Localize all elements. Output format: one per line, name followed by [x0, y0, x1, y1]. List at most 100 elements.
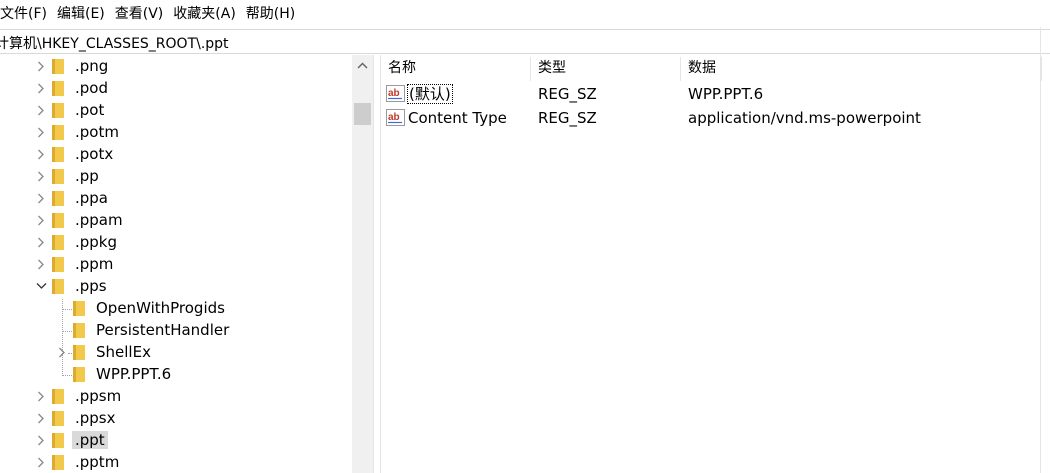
- tree-node-label: ShellEx: [96, 343, 151, 361]
- chevron-right-icon[interactable]: [35, 147, 47, 161]
- value-row[interactable]: ab (默认) REG_SZ WPP.PPT.6: [381, 82, 1041, 106]
- tree-node[interactable]: .png: [0, 55, 352, 77]
- chevron-right-icon[interactable]: [35, 59, 47, 73]
- tree-node-label: .potm: [75, 123, 119, 141]
- svg-text:ab: ab: [388, 88, 400, 99]
- window-edge: [1040, 27, 1050, 473]
- scroll-up-arrow-icon[interactable]: [352, 55, 373, 76]
- folder-icon: [52, 191, 64, 206]
- tree-node-label: .potx: [75, 145, 114, 163]
- chevron-right-icon[interactable]: [35, 213, 47, 227]
- folder-icon: [73, 323, 85, 338]
- folder-icon: [73, 345, 85, 360]
- tree-node-label: .pptm: [75, 453, 120, 471]
- column-header-name[interactable]: 名称: [381, 55, 529, 82]
- menu-favorites[interactable]: 收藏夹(A): [168, 0, 241, 29]
- tree-node[interactable]: .ppa: [0, 187, 352, 209]
- scroll-thumb[interactable]: [354, 103, 371, 125]
- tree-node[interactable]: .pps: [0, 275, 352, 297]
- menu-edit[interactable]: 编辑(E): [52, 0, 110, 29]
- column-header-data[interactable]: 数据: [681, 55, 1041, 82]
- tree-node[interactable]: .ppam: [0, 209, 352, 231]
- default-value-name: (默认): [407, 84, 453, 104]
- folder-icon: [52, 257, 64, 272]
- folder-icon: [52, 411, 64, 426]
- folder-icon: [52, 59, 64, 74]
- chevron-right-icon[interactable]: [35, 235, 47, 249]
- column-header-type[interactable]: 类型: [531, 55, 679, 82]
- menu-view[interactable]: 查看(V): [110, 0, 169, 29]
- tree-vertical-scrollbar[interactable]: [352, 55, 373, 473]
- folder-icon: [52, 169, 64, 184]
- value-data: WPP.PPT.6: [688, 85, 764, 103]
- folder-icon: [52, 235, 64, 250]
- tree-node-label: .ppa: [75, 189, 109, 207]
- tree-node-label: .ppam: [75, 211, 123, 229]
- svg-text:ab: ab: [388, 112, 400, 123]
- chevron-right-icon[interactable]: [35, 125, 47, 139]
- folder-icon: [73, 367, 85, 382]
- folder-icon: [52, 125, 64, 140]
- string-value-icon: ab: [386, 85, 405, 102]
- tree-node[interactable]: .pp: [0, 165, 352, 187]
- chevron-right-icon[interactable]: [35, 433, 47, 447]
- chevron-right-icon[interactable]: [35, 389, 47, 403]
- tree-node[interactable]: .pod: [0, 77, 352, 99]
- tree-node[interactable]: WPP.PPT.6: [0, 363, 352, 385]
- folder-icon: [52, 81, 64, 96]
- chevron-right-icon[interactable]: [35, 81, 47, 95]
- menu-help[interactable]: 帮助(H): [241, 0, 300, 29]
- folder-icon: [52, 147, 64, 162]
- chevron-down-icon[interactable]: [35, 279, 47, 293]
- folder-icon: [52, 279, 64, 294]
- tree-node-label: .ppkg: [75, 233, 118, 251]
- address-bar[interactable]: 计算机\HKEY_CLASSES_ROOT\.ppt: [0, 29, 1050, 54]
- chevron-right-icon[interactable]: [35, 455, 47, 469]
- value-row[interactable]: ab Content Type REG_SZ application/vnd.m…: [381, 106, 1041, 130]
- tree-node-label: .pod: [75, 79, 108, 97]
- chevron-right-icon[interactable]: [35, 191, 47, 205]
- tree-node[interactable]: PersistentHandler: [0, 319, 352, 341]
- pane-splitter[interactable]: [373, 55, 381, 473]
- chevron-right-icon[interactable]: [35, 257, 47, 271]
- chevron-right-icon[interactable]: [35, 103, 47, 117]
- tree-node[interactable]: .ppsx: [0, 407, 352, 429]
- tree-node-label: .ppsm: [75, 387, 122, 405]
- registry-values-list[interactable]: 名称 类型 数据 ab (默认) REG_SZ WPP.PPT.6 ab Con…: [381, 55, 1050, 473]
- value-data: application/vnd.ms-powerpoint: [688, 109, 921, 127]
- tree-node-label: PersistentHandler: [96, 321, 230, 339]
- tree-node-label: .ppm: [75, 255, 114, 273]
- folder-icon: [52, 389, 64, 404]
- menu-bar: 文件(F) 编辑(E) 查看(V) 收藏夹(A) 帮助(H): [0, 0, 1050, 29]
- tree-node[interactable]: .ppm: [0, 253, 352, 275]
- tree-node[interactable]: .potm: [0, 121, 352, 143]
- tree-node[interactable]: ShellEx: [0, 341, 352, 363]
- string-value-icon: ab: [386, 109, 405, 126]
- chevron-right-icon[interactable]: [35, 411, 47, 425]
- value-name[interactable]: (默认): [407, 84, 453, 104]
- tree-node-label: .ppt: [72, 431, 108, 449]
- tree-node[interactable]: .pptm: [0, 451, 352, 473]
- chevron-right-icon[interactable]: [56, 345, 68, 359]
- menu-file[interactable]: 文件(F): [0, 0, 52, 29]
- tree-node-label: OpenWithProgids: [96, 299, 225, 317]
- tree-node[interactable]: OpenWithProgids: [0, 297, 352, 319]
- tree-node[interactable]: .ppsm: [0, 385, 352, 407]
- tree-node-label: .ppsx: [75, 409, 116, 427]
- tree-node[interactable]: .pot: [0, 99, 352, 121]
- tree-node-label: .pps: [75, 277, 107, 295]
- folder-icon: [52, 213, 64, 228]
- tree-node[interactable]: .potx: [0, 143, 352, 165]
- address-path[interactable]: 计算机\HKEY_CLASSES_ROOT\.ppt: [0, 33, 229, 53]
- tree-node-label: .pp: [75, 167, 99, 185]
- tree-node[interactable]: .ppt: [0, 429, 352, 451]
- value-type: REG_SZ: [538, 85, 597, 103]
- value-type: REG_SZ: [538, 109, 597, 127]
- registry-key-tree[interactable]: .png .pod .pot .potm .potx .pp .ppa .ppam .ppkg.…: [0, 55, 373, 473]
- list-header: 名称 类型 数据: [381, 55, 1042, 82]
- tree-node[interactable]: .ppkg: [0, 231, 352, 253]
- folder-icon: [73, 301, 85, 316]
- chevron-right-icon[interactable]: [35, 169, 47, 183]
- value-name[interactable]: Content Type: [408, 108, 507, 128]
- tree-node-label: .pot: [75, 101, 105, 119]
